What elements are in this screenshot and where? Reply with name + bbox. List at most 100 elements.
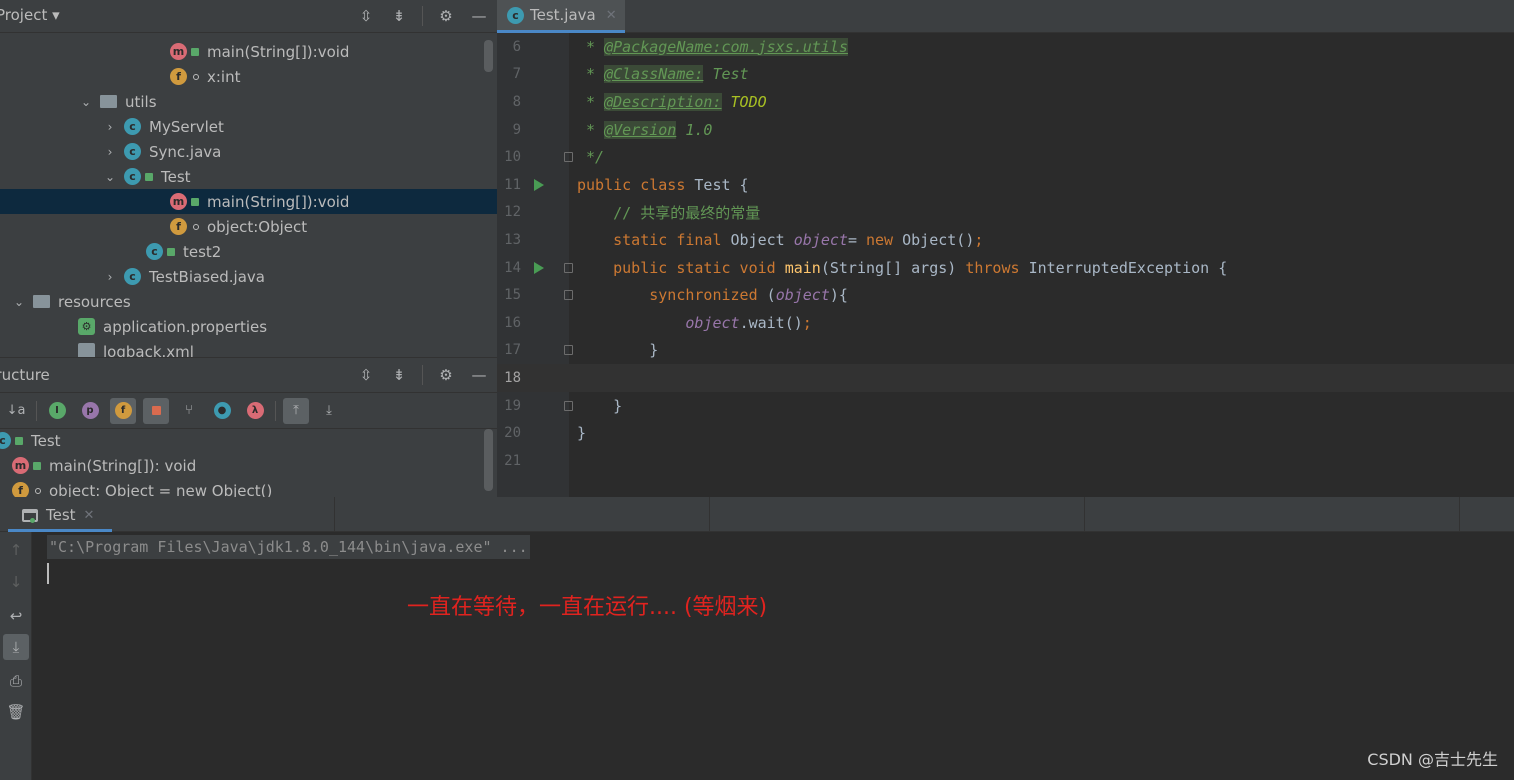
code-line[interactable]: 17 } xyxy=(497,337,1514,365)
show-lambdas-icon[interactable]: ⑂ xyxy=(176,398,202,424)
tree-item[interactable]: ⌄ resources xyxy=(0,289,497,314)
tree-item[interactable]: f object:Object xyxy=(0,214,497,239)
close-icon[interactable]: ✕ xyxy=(606,8,617,23)
tree-item[interactable]: › c TestBiased.java xyxy=(0,264,497,289)
expand-all-icon[interactable]: ⇳ xyxy=(356,365,376,385)
field-icon: f xyxy=(170,68,187,85)
gear-icon[interactable]: ⚙ xyxy=(436,365,456,385)
folder-icon xyxy=(33,295,50,308)
close-icon[interactable]: ✕ xyxy=(84,508,95,523)
lambda-icon[interactable]: λ xyxy=(242,398,268,424)
collapse-all-icon[interactable]: ⇟ xyxy=(389,6,409,26)
run-gutter-icon[interactable] xyxy=(534,178,544,191)
tree-item[interactable]: f x:int xyxy=(0,64,497,89)
code-line[interactable]: 14 public static void main(String[] args… xyxy=(497,254,1514,282)
line-number: 10 xyxy=(504,149,521,166)
hide-panel-icon[interactable]: — xyxy=(469,6,489,26)
run-gutter-icon[interactable] xyxy=(534,261,544,274)
tree-item-label: main(String[]):void xyxy=(207,192,350,211)
code-text: synchronized (object){ xyxy=(577,286,848,305)
structure-item-label: main(String[]): void xyxy=(49,456,197,475)
tree-item-label: x:int xyxy=(207,67,241,86)
code-line[interactable]: 12 // 共享的最终的常量 xyxy=(497,199,1514,227)
code-line[interactable]: 10 */ xyxy=(497,143,1514,171)
chevron-down-icon[interactable]: ⌄ xyxy=(78,95,94,109)
class-icon: c xyxy=(507,6,524,24)
sort-alphabetically-icon[interactable]: ↓a xyxy=(3,398,29,424)
tab-test-java[interactable]: c Test.java ✕ xyxy=(497,0,625,33)
code-line[interactable]: 15 synchronized (object){ xyxy=(497,281,1514,309)
code-text: } xyxy=(577,341,659,360)
code-line[interactable]: 21 xyxy=(497,447,1514,475)
tree-item[interactable]: ⌄ c Test xyxy=(0,164,497,189)
soft-wrap-icon[interactable]: ↩ xyxy=(3,603,29,629)
show-inherited-icon[interactable]: I xyxy=(44,398,70,424)
scroll-to-end-icon[interactable]: ⤓ xyxy=(3,634,29,660)
tree-item[interactable]: ⚙ application.properties xyxy=(0,314,497,339)
code-line[interactable]: 8 * @Description: TODO xyxy=(497,88,1514,116)
expand-all-icon[interactable]: ⇳ xyxy=(356,6,376,26)
code-line[interactable]: 19 } xyxy=(497,392,1514,420)
chevron-down-icon[interactable]: ⌄ xyxy=(102,170,118,184)
code-line[interactable]: 18 xyxy=(497,364,1514,392)
fold-marker-icon[interactable] xyxy=(564,152,573,163)
tab-label: Test.java xyxy=(530,6,596,24)
line-number: 16 xyxy=(504,314,521,331)
code-line[interactable]: 20} xyxy=(497,419,1514,447)
code-line[interactable]: 16 object.wait(); xyxy=(497,309,1514,337)
fold-marker-icon[interactable] xyxy=(564,290,573,301)
chevron-down-icon[interactable]: ⌄ xyxy=(11,295,27,309)
run-tab-test[interactable]: Test ✕ xyxy=(8,501,112,532)
down-arrow-icon[interactable]: ↓ xyxy=(3,569,29,595)
show-properties-icon[interactable]: p xyxy=(77,398,103,424)
show-non-public-icon[interactable] xyxy=(143,397,169,424)
print-icon[interactable]: ⎙ xyxy=(3,668,29,694)
code-line[interactable]: 9 * @Version 1.0 xyxy=(497,116,1514,144)
tree-item[interactable]: m main(String[]):void xyxy=(0,39,497,64)
tree-item[interactable]: m main(String[]):void xyxy=(0,189,497,214)
tree-item[interactable]: › c MyServlet xyxy=(0,114,497,139)
autoscroll-from-source-icon[interactable]: ⤓ xyxy=(316,398,342,424)
console-icon xyxy=(22,508,38,523)
code-line[interactable]: 6 * @PackageName:com.jsxs.utils xyxy=(497,33,1514,61)
class-icon: c xyxy=(124,168,141,185)
code-line[interactable]: 7 * @ClassName: Test xyxy=(497,61,1514,89)
class-icon: c xyxy=(124,268,141,285)
chevron-right-icon[interactable]: › xyxy=(102,120,118,134)
fold-marker-icon[interactable] xyxy=(564,345,573,356)
code-text: */ xyxy=(577,148,605,167)
gear-icon[interactable]: ⚙ xyxy=(436,6,456,26)
class-icon: c xyxy=(124,143,141,160)
trash-icon[interactable]: 🗑 xyxy=(3,699,29,725)
tree-item[interactable]: › c Sync.java xyxy=(0,139,497,164)
project-scrollbar[interactable] xyxy=(484,40,493,72)
structure-item[interactable]: m main(String[]): void xyxy=(0,453,497,478)
package-private-icon xyxy=(35,487,41,494)
package-private-icon xyxy=(193,73,199,80)
collapse-all-icon[interactable]: ⇟ xyxy=(389,365,409,385)
show-anonymous-icon[interactable]: ● xyxy=(209,398,235,424)
lock-icon xyxy=(33,461,41,470)
show-fields-icon[interactable]: f xyxy=(110,397,136,424)
project-view-dropdown[interactable]: Project ▾ xyxy=(0,6,60,24)
autoscroll-to-source-icon[interactable]: ⤒ xyxy=(283,397,309,424)
hide-panel-icon[interactable]: — xyxy=(469,365,489,385)
fold-marker-icon[interactable] xyxy=(564,262,573,273)
code-line[interactable]: 13 static final Object object= new Objec… xyxy=(497,226,1514,254)
structure-item[interactable]: c Test xyxy=(0,428,497,453)
tree-item[interactable]: c test2 xyxy=(0,239,497,264)
tree-item-label: Test xyxy=(161,167,191,186)
chevron-right-icon[interactable]: › xyxy=(102,270,118,284)
structure-scrollbar[interactable] xyxy=(484,429,493,491)
tree-item-label: object:Object xyxy=(207,217,308,236)
up-arrow-icon[interactable]: ↑ xyxy=(3,537,29,563)
structure-item[interactable]: f object: Object = new Object() xyxy=(0,478,497,497)
tree-item[interactable]: logback.xml xyxy=(0,339,497,357)
tree-item-label: TestBiased.java xyxy=(149,267,265,286)
annotation-text: 一直在等待，一直在运行.... (等烟来) xyxy=(407,595,768,620)
code-editor[interactable]: c Test.java ✕ 6 * @PackageName:com.jsxs.… xyxy=(497,0,1514,497)
chevron-right-icon[interactable]: › xyxy=(102,145,118,159)
fold-marker-icon[interactable] xyxy=(564,400,573,411)
tree-item[interactable]: ⌄ utils xyxy=(0,89,497,114)
code-line[interactable]: 11 public class Test { xyxy=(497,171,1514,199)
